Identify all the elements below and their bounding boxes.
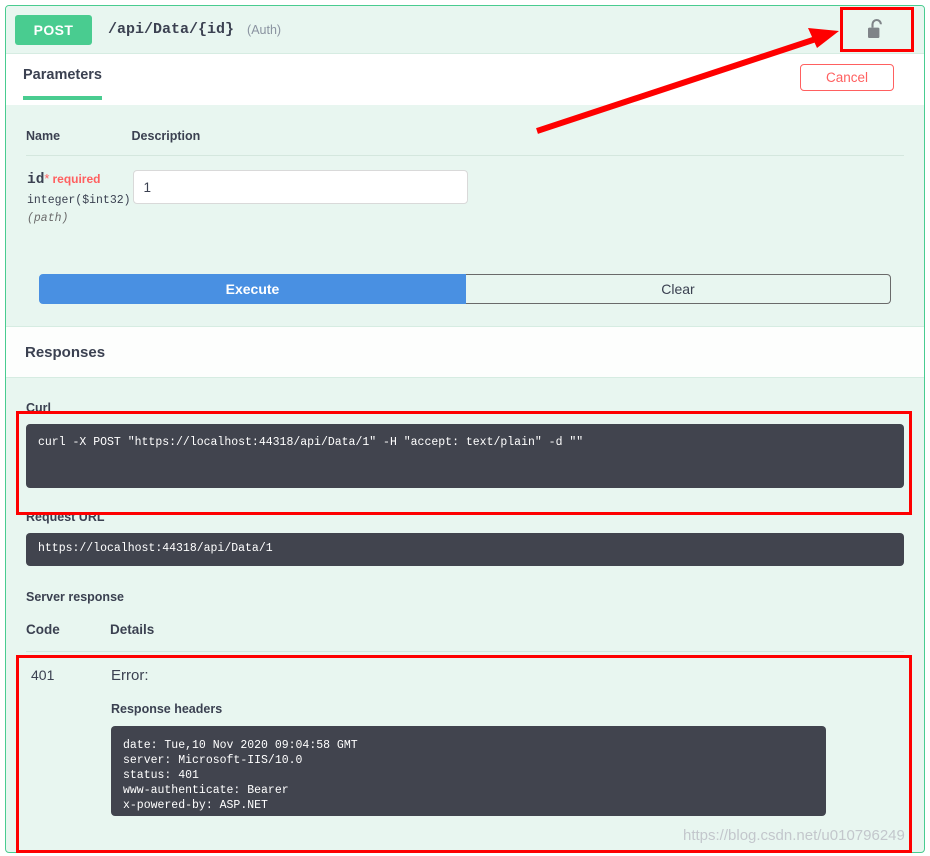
http-method-badge: POST bbox=[15, 14, 92, 45]
operation-summary[interactable]: POST /api/Data/{id} (Auth) bbox=[6, 6, 924, 53]
swagger-ui-screenshot: POST /api/Data/{id} (Auth) Parameters Ca… bbox=[0, 0, 930, 856]
parameters-header-row: Name Description bbox=[26, 105, 904, 156]
server-response-header-row: Code Details bbox=[26, 616, 904, 652]
parameter-input-cell bbox=[132, 156, 904, 227]
parameters-table: Name Description id* required integer($in… bbox=[26, 105, 904, 226]
authorize-button[interactable] bbox=[846, 13, 906, 46]
execute-button[interactable]: Execute bbox=[39, 274, 466, 304]
response-headers-label: Response headers bbox=[111, 702, 223, 716]
operation-block: POST /api/Data/{id} (Auth) Parameters Ca… bbox=[5, 5, 925, 853]
response-error-title: Error: bbox=[111, 667, 149, 684]
curl-label: Curl bbox=[26, 401, 51, 415]
response-status-code: 401 bbox=[31, 667, 55, 683]
parameter-meta-cell: id* required integer($int32) (path) bbox=[26, 156, 132, 227]
operation-auth-note: (Auth) bbox=[247, 22, 282, 37]
parameter-row: id* required integer($int32) (path) bbox=[26, 156, 904, 227]
request-url-block: https://localhost:44318/api/Data/1 bbox=[26, 533, 904, 566]
required-star-icon: * bbox=[44, 171, 50, 186]
unlocked-padlock-icon bbox=[867, 18, 886, 41]
parameter-required-label: required bbox=[52, 172, 101, 186]
parameter-name: id bbox=[27, 172, 45, 188]
cancel-button[interactable]: Cancel bbox=[800, 64, 894, 91]
response-headers-block: date: Tue,10 Nov 2020 09:04:58 GMT serve… bbox=[111, 726, 826, 816]
tab-parameters[interactable]: Parameters bbox=[23, 67, 102, 100]
clear-button[interactable]: Clear bbox=[466, 274, 891, 304]
parameter-id-input[interactable] bbox=[132, 170, 468, 204]
action-button-row: Execute Clear bbox=[39, 274, 891, 326]
server-response-label: Server response bbox=[26, 590, 124, 604]
server-response-table: Code Details 401 Error: Response headers… bbox=[26, 616, 904, 817]
column-header-description: Description bbox=[131, 105, 904, 156]
request-url-label: Request URL bbox=[26, 510, 105, 524]
column-header-code: Code bbox=[26, 616, 110, 652]
column-header-name: Name bbox=[26, 105, 132, 156]
parameters-body: Name Description id* required integer($in… bbox=[6, 105, 924, 326]
parameter-in: (path) bbox=[27, 212, 69, 225]
server-response-row: 401 Error: Response headers date: Tue,10… bbox=[26, 652, 904, 818]
tab-strip: Parameters Cancel bbox=[6, 53, 924, 105]
parameter-name-line: id* required bbox=[27, 170, 131, 188]
curl-command-block: curl -X POST "https://localhost:44318/ap… bbox=[26, 424, 904, 488]
responses-band: Responses bbox=[6, 326, 924, 378]
operation-path: /api/Data/{id} bbox=[108, 21, 235, 38]
responses-title: Responses bbox=[25, 343, 106, 361]
parameter-type: integer($int32) bbox=[27, 194, 131, 207]
responses-content: Curl curl -X POST "https://localhost:443… bbox=[6, 401, 924, 817]
response-details-cell: Error: Response headers date: Tue,10 Nov… bbox=[110, 652, 904, 818]
column-header-details: Details bbox=[110, 616, 904, 652]
